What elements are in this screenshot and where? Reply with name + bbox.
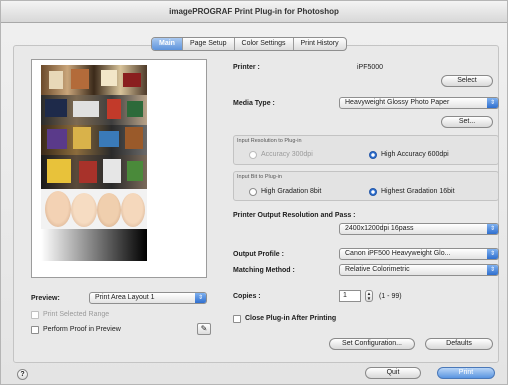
- printer-label: Printer :: [233, 64, 260, 71]
- preview-layout-value: Print Area Layout 1: [95, 294, 155, 301]
- copies-label: Copies :: [233, 293, 261, 300]
- chevron-updown-icon: ⇕: [195, 293, 206, 303]
- accuracy-600-label: High Accuracy 600dpi: [381, 151, 449, 158]
- close-plugin-label: Close Plug-in After Printing: [245, 315, 337, 322]
- input-resolution-title: Input Resolution to Plug-in: [237, 138, 302, 144]
- close-plugin-checkbox[interactable]: [233, 315, 241, 323]
- matching-method-label: Matching Method :: [233, 267, 295, 274]
- matching-method-select[interactable]: Relative Colorimetric ⇕: [339, 264, 499, 276]
- chevron-updown-icon: ⇕: [487, 224, 498, 234]
- help-icon[interactable]: ?: [17, 369, 28, 380]
- output-profile-select[interactable]: Canon iPF500 Heavyweight Glo... ⇕: [339, 248, 499, 260]
- stepper-down-icon: ▼: [366, 296, 372, 301]
- copies-stepper[interactable]: ▲ ▼: [365, 290, 373, 302]
- chevron-updown-icon: ⇕: [487, 249, 498, 259]
- output-profile-label: Output Profile :: [233, 251, 284, 258]
- chevron-updown-icon: ⇕: [487, 98, 498, 108]
- tab-bar: Main Page Setup Color Settings Print His…: [151, 37, 347, 51]
- perform-proof-checkbox[interactable]: [31, 326, 39, 334]
- media-type-select[interactable]: Heavyweight Glossy Photo Paper ⇕: [339, 97, 499, 109]
- printer-select-button[interactable]: Select: [441, 75, 493, 87]
- printer-value: iPF5000: [357, 64, 384, 71]
- print-selected-range-label: Print Selected Range: [43, 311, 110, 318]
- gradation-16bit-radio[interactable]: [369, 188, 377, 196]
- matching-method-value: Relative Colorimetric: [345, 266, 410, 273]
- tab-page-setup[interactable]: Page Setup: [183, 38, 235, 50]
- window-title: imagePROGRAF Print Plug-in for Photoshop: [1, 1, 507, 23]
- set-configuration-button[interactable]: Set Configuration...: [329, 338, 415, 350]
- output-resolution-value: 2400x1200dpi 16pass: [345, 225, 414, 232]
- defaults-button[interactable]: Defaults: [425, 338, 493, 350]
- quit-button[interactable]: Quit: [365, 367, 421, 379]
- media-type-label: Media Type :: [233, 100, 275, 107]
- tab-main[interactable]: Main: [152, 38, 183, 50]
- accuracy-300-radio[interactable]: [249, 151, 257, 159]
- output-resolution-label: Printer Output Resolution and Pass :: [233, 212, 356, 219]
- accuracy-600-radio[interactable]: [369, 151, 377, 159]
- gradation-8bit-radio[interactable]: [249, 188, 257, 196]
- output-profile-value: Canon iPF500 Heavyweight Glo...: [345, 250, 451, 257]
- input-bit-title: Input Bit to Plug-in: [237, 174, 282, 180]
- gradation-8bit-label: High Gradation 8bit: [261, 188, 322, 195]
- chevron-updown-icon: ⇕: [487, 265, 498, 275]
- accuracy-300-label: Accuracy 300dpi: [261, 151, 313, 158]
- perform-proof-label: Perform Proof in Preview: [43, 326, 121, 333]
- preview-label: Preview:: [31, 295, 60, 302]
- output-resolution-select[interactable]: 2400x1200dpi 16pass ⇕: [339, 223, 499, 235]
- gradation-16bit-label: Highest Gradation 16bit: [381, 188, 455, 195]
- media-type-value: Heavyweight Glossy Photo Paper: [345, 99, 450, 106]
- tab-color-settings[interactable]: Color Settings: [235, 38, 294, 50]
- print-button[interactable]: Print: [437, 367, 495, 379]
- copies-input[interactable]: 1: [339, 290, 361, 302]
- copies-range: (1 - 99): [379, 293, 402, 300]
- proof-icon[interactable]: ✎: [197, 323, 211, 335]
- tab-print-history[interactable]: Print History: [294, 38, 346, 50]
- print-selected-range-checkbox[interactable]: [31, 311, 39, 319]
- media-set-button[interactable]: Set...: [441, 116, 493, 128]
- plugin-window: imagePROGRAF Print Plug-in for Photoshop…: [0, 0, 508, 385]
- preview-layout-select[interactable]: Print Area Layout 1 ⇕: [89, 292, 207, 304]
- preview-image: [41, 65, 147, 261]
